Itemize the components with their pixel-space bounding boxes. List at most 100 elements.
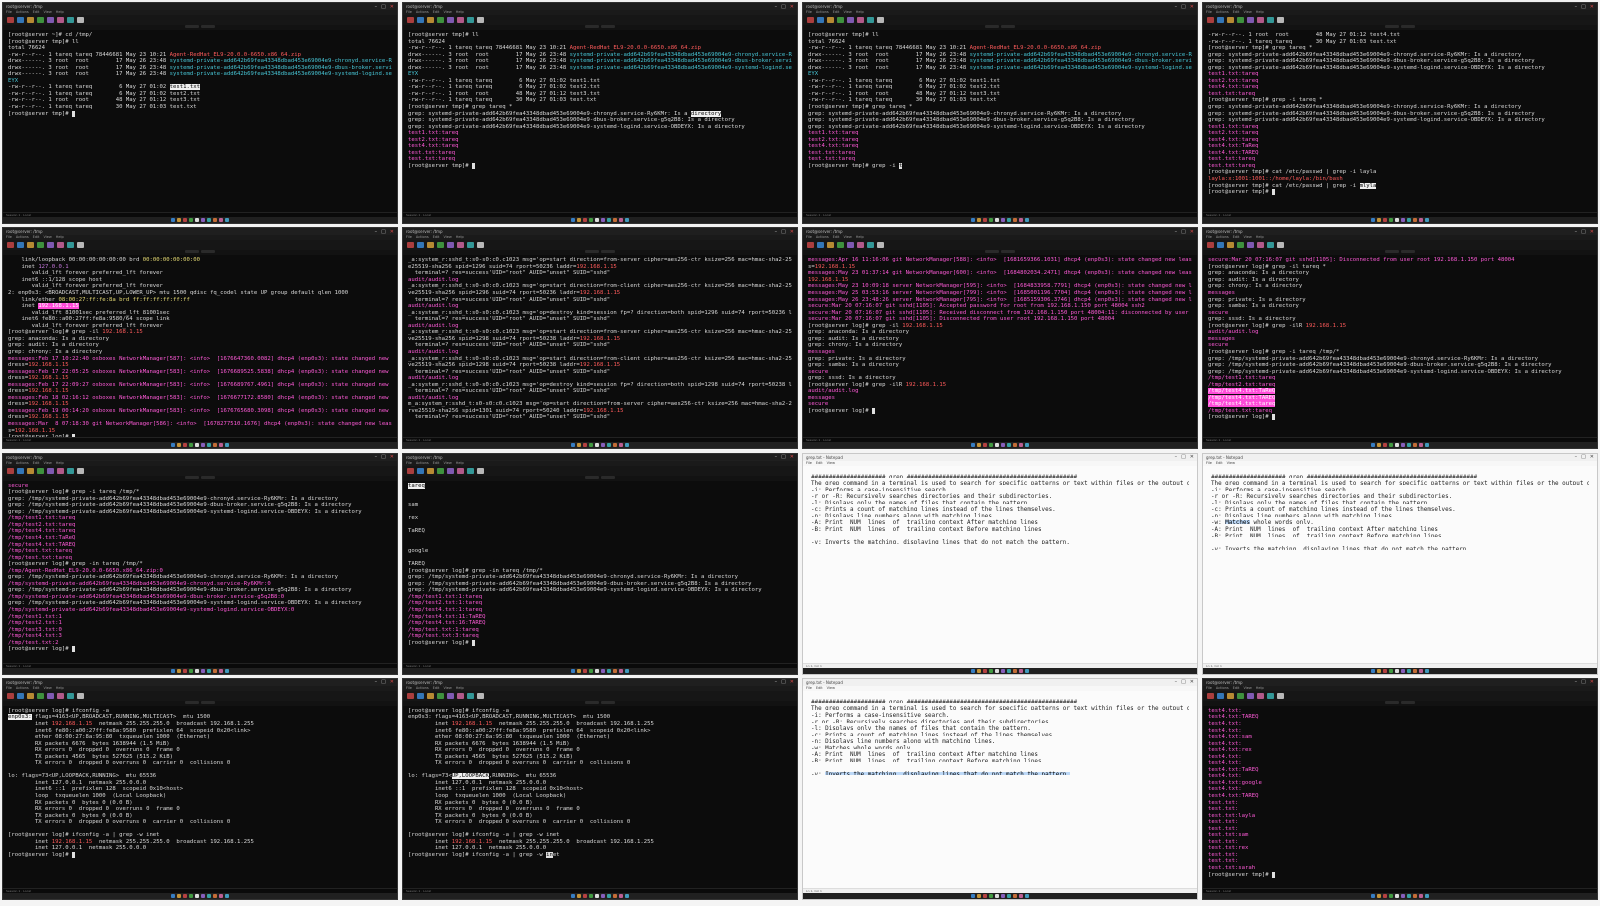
toolbar-icon[interactable] xyxy=(407,467,414,474)
toolbar-icon[interactable] xyxy=(1217,692,1224,699)
taskbar-app-icon[interactable] xyxy=(225,218,229,222)
taskbar-app-icon[interactable] xyxy=(1407,893,1411,898)
close-icon[interactable]: ✕ xyxy=(390,4,394,10)
taskbar-app-icon[interactable] xyxy=(583,443,587,448)
taskbar-app-icon[interactable] xyxy=(213,443,217,448)
session-tab[interactable] xyxy=(185,475,199,479)
terminal-window-8[interactable]: root@server: /tmp – □ ✕ File Actions Edit View H… xyxy=(1202,227,1598,450)
toolbar-icon[interactable] xyxy=(457,692,464,699)
toolbar-icon[interactable] xyxy=(1207,17,1214,23)
taskbar-app-icon[interactable] xyxy=(625,668,629,673)
taskbar-app-icon[interactable] xyxy=(1395,443,1399,448)
notepad-window-15[interactable]: grep.txt - Notepad – □ ✕ File Edit View #######… xyxy=(802,677,1198,900)
taskbar-app-icon[interactable] xyxy=(189,218,193,222)
taskbar-app-icon[interactable] xyxy=(1371,668,1375,673)
toolbar-icon[interactable] xyxy=(37,692,44,699)
toolbar-icon[interactable] xyxy=(437,467,444,474)
taskbar-app-icon[interactable] xyxy=(619,668,623,673)
taskbar-app-icon[interactable] xyxy=(225,668,229,673)
toolbar-icon[interactable] xyxy=(447,467,454,474)
minimize-icon[interactable]: – xyxy=(375,679,378,685)
close-icon[interactable]: ✕ xyxy=(790,229,794,235)
toolbar-icon[interactable] xyxy=(427,467,434,474)
minimize-icon[interactable]: – xyxy=(1575,4,1578,10)
toolbar-icon[interactable] xyxy=(1257,692,1264,699)
taskbar-app-icon[interactable] xyxy=(995,893,999,898)
toolbar-icon[interactable] xyxy=(27,467,34,474)
taskbar-app-icon[interactable] xyxy=(607,218,611,222)
taskbar-app-icon[interactable] xyxy=(1013,218,1017,222)
taskbar-app-icon[interactable] xyxy=(583,668,587,673)
toolbar-icon[interactable] xyxy=(867,17,874,23)
taskbar-app-icon[interactable] xyxy=(189,668,193,673)
taskbar-app-icon[interactable] xyxy=(1377,443,1381,448)
minimize-icon[interactable]: – xyxy=(775,229,778,235)
close-icon[interactable]: ✕ xyxy=(1590,454,1594,460)
maximize-icon[interactable]: □ xyxy=(381,4,386,10)
close-icon[interactable]: ✕ xyxy=(1190,4,1194,10)
taskbar-app-icon[interactable] xyxy=(183,218,187,222)
toolbar-icon[interactable] xyxy=(1247,17,1254,23)
taskbar-app-icon[interactable] xyxy=(1001,218,1005,222)
toolbar-icon[interactable] xyxy=(47,242,54,249)
minimize-icon[interactable]: – xyxy=(1175,229,1178,235)
session-tab[interactable] xyxy=(1001,250,1015,254)
terminal-output[interactable]: link/loopback 00:00:00:00:00:00 brd 00:0… xyxy=(3,255,397,438)
maximize-icon[interactable]: □ xyxy=(1181,454,1186,460)
notepad-text-area[interactable]: ##################### grep #############… xyxy=(803,691,1197,888)
taskbar-app-icon[interactable] xyxy=(189,893,193,898)
toolbar-icon[interactable] xyxy=(47,692,54,699)
terminal-output[interactable]: tareq sam rex TaREQ google TAREQ [root@server … xyxy=(403,481,797,663)
taskbar-app-icon[interactable] xyxy=(583,218,587,222)
toolbar-icon[interactable] xyxy=(447,17,454,23)
close-icon[interactable]: ✕ xyxy=(1190,229,1194,235)
taskbar-app-icon[interactable] xyxy=(1401,443,1405,448)
toolbar-icon[interactable] xyxy=(817,17,824,23)
taskbar-app-icon[interactable] xyxy=(183,443,187,448)
toolbar-icon[interactable] xyxy=(827,242,834,249)
maximize-icon[interactable]: □ xyxy=(781,229,786,235)
toolbar-icon[interactable] xyxy=(417,242,424,249)
taskbar-app-icon[interactable] xyxy=(583,893,587,898)
minimize-icon[interactable]: – xyxy=(1175,679,1178,685)
taskbar-app-icon[interactable] xyxy=(989,443,993,448)
taskbar-app-icon[interactable] xyxy=(219,218,223,222)
taskbar-app-icon[interactable] xyxy=(171,218,175,222)
taskbar-app-icon[interactable] xyxy=(971,443,975,448)
toolbar-icon[interactable] xyxy=(477,692,484,699)
close-icon[interactable]: ✕ xyxy=(790,454,794,460)
toolbar-icon[interactable] xyxy=(27,692,34,699)
taskbar-app-icon[interactable] xyxy=(1019,218,1023,222)
session-tab[interactable] xyxy=(585,250,599,254)
taskbar-app-icon[interactable] xyxy=(1419,218,1423,222)
taskbar-app-icon[interactable] xyxy=(1389,218,1393,222)
terminal-output[interactable]: [root@server tmp]# ll total 76624 -rw-r--r… xyxy=(403,30,797,212)
taskbar-app-icon[interactable] xyxy=(1371,218,1375,222)
taskbar-app-icon[interactable] xyxy=(577,893,581,898)
toolbar-icon[interactable] xyxy=(17,242,24,249)
terminal-window-1[interactable]: root@server: /tmp – □ ✕ File Actions Edit View H… xyxy=(2,2,398,224)
taskbar-app-icon[interactable] xyxy=(1383,893,1387,898)
taskbar-app-icon[interactable] xyxy=(225,893,229,898)
toolbar-icon[interactable] xyxy=(7,242,14,249)
session-tab[interactable] xyxy=(585,25,599,28)
toolbar-icon[interactable] xyxy=(437,692,444,699)
toolbar-icon[interactable] xyxy=(1277,17,1284,23)
maximize-icon[interactable]: □ xyxy=(781,4,786,10)
toolbar-icon[interactable] xyxy=(57,467,64,474)
taskbar-app-icon[interactable] xyxy=(1401,668,1405,673)
toolbar-icon[interactable] xyxy=(427,692,434,699)
toolbar-icon[interactable] xyxy=(847,242,854,249)
toolbar-icon[interactable] xyxy=(1257,242,1264,249)
maximize-icon[interactable]: □ xyxy=(381,229,386,235)
close-icon[interactable]: ✕ xyxy=(390,454,394,460)
toolbar-icon[interactable] xyxy=(837,242,844,249)
taskbar-app-icon[interactable] xyxy=(219,893,223,898)
minimize-icon[interactable]: – xyxy=(375,454,378,460)
toolbar-icon[interactable] xyxy=(807,242,814,249)
taskbar-app-icon[interactable] xyxy=(619,443,623,448)
taskbar-app-icon[interactable] xyxy=(201,443,205,448)
terminal-window-16[interactable]: root@server: /tmp – □ ✕ File Actions Edit View H… xyxy=(1202,677,1598,900)
taskbar-app-icon[interactable] xyxy=(207,668,211,673)
taskbar-app-icon[interactable] xyxy=(201,668,205,673)
